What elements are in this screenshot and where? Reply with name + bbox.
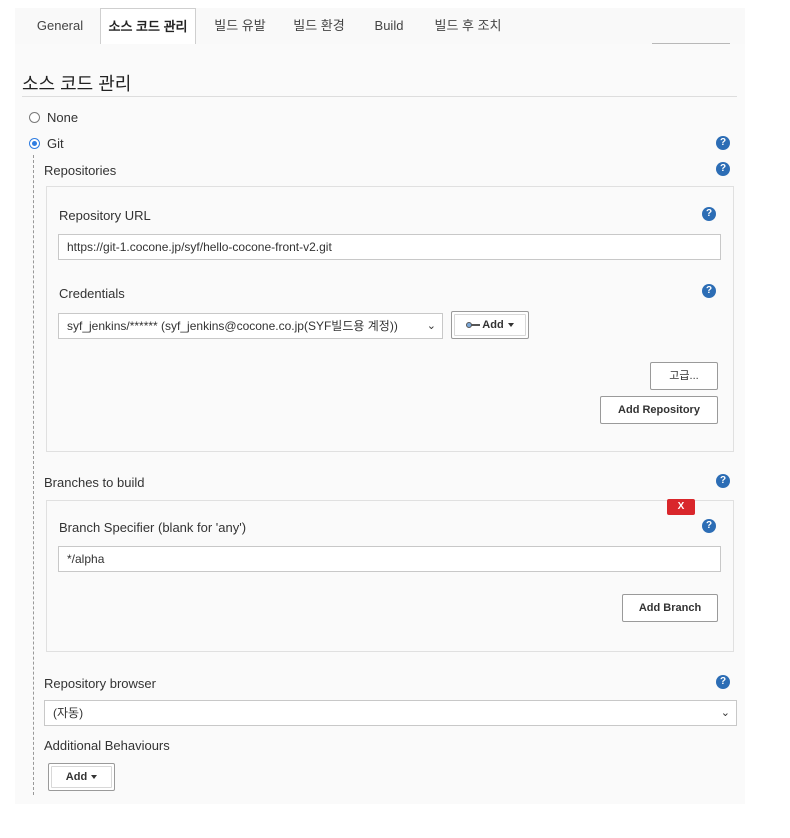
tab-post-build-actions[interactable]: 빌드 후 조치: [425, 8, 511, 44]
add-branch-button[interactable]: Add Branch: [622, 594, 718, 622]
section-divider: [22, 96, 737, 97]
branch-specifier-help-icon[interactable]: ?: [702, 519, 716, 533]
tab-build-triggers[interactable]: 빌드 유발: [205, 8, 275, 44]
add-behaviour-button[interactable]: Add: [48, 763, 115, 791]
tab-general[interactable]: General: [25, 8, 95, 44]
branches-help-icon[interactable]: ?: [716, 474, 730, 488]
delete-branch-button[interactable]: X: [667, 499, 695, 515]
repository-browser-label: Repository browser: [44, 676, 156, 691]
scm-git-label: Git: [47, 136, 64, 151]
add-credentials-button[interactable]: Add: [451, 311, 529, 339]
chevron-down-icon: ⌄: [426, 320, 436, 332]
additional-behaviours-label: Additional Behaviours: [44, 738, 170, 753]
repository-browser-help-icon[interactable]: ?: [716, 675, 730, 689]
repository-url-help-icon[interactable]: ?: [702, 207, 716, 221]
repositories-help-icon[interactable]: ?: [716, 162, 730, 176]
branches-to-build-label: Branches to build: [44, 475, 145, 490]
add-repository-button[interactable]: Add Repository: [600, 396, 718, 424]
scm-none-label: None: [47, 110, 79, 125]
repository-url-label: Repository URL: [59, 208, 151, 223]
button-frame: [51, 766, 112, 788]
git-help-icon[interactable]: ?: [716, 136, 730, 150]
branch-specifier-label: Branch Specifier (blank for 'any'): [59, 520, 247, 535]
credentials-select[interactable]: syf_jenkins/****** (syf_jenkins@cocone.c…: [58, 313, 443, 339]
tab-source-code-management[interactable]: 소스 코드 관리: [100, 8, 196, 44]
branch-specifier-input[interactable]: */alpha: [58, 546, 721, 572]
tab-build-environment[interactable]: 빌드 환경: [283, 8, 355, 44]
tab-bar: General 소스 코드 관리 빌드 유발 빌드 환경 Build 빌드 후 …: [15, 8, 745, 45]
key-icon: [466, 321, 481, 329]
credentials-select-value: syf_jenkins/****** (syf_jenkins@cocone.c…: [67, 319, 398, 333]
repository-browser-select[interactable]: (자동) ⌄: [44, 700, 737, 726]
scm-git-radio[interactable]: [29, 138, 40, 149]
repositories-label: Repositories: [44, 163, 117, 178]
button-frame: [454, 314, 526, 336]
repository-url-input[interactable]: https://git-1.cocone.jp/syf/hello-cocone…: [58, 234, 721, 260]
advanced-button[interactable]: 고급...: [650, 362, 718, 390]
credentials-help-icon[interactable]: ?: [702, 284, 716, 298]
section-title: 소스 코드 관리: [22, 74, 132, 94]
git-section-indent: [33, 155, 34, 795]
credentials-label: Credentials: [59, 286, 125, 301]
chevron-down-icon: ⌄: [720, 707, 730, 719]
repository-browser-value: (자동): [53, 706, 84, 720]
scm-none-radio[interactable]: [29, 112, 40, 123]
tab-build[interactable]: Build: [365, 8, 413, 44]
